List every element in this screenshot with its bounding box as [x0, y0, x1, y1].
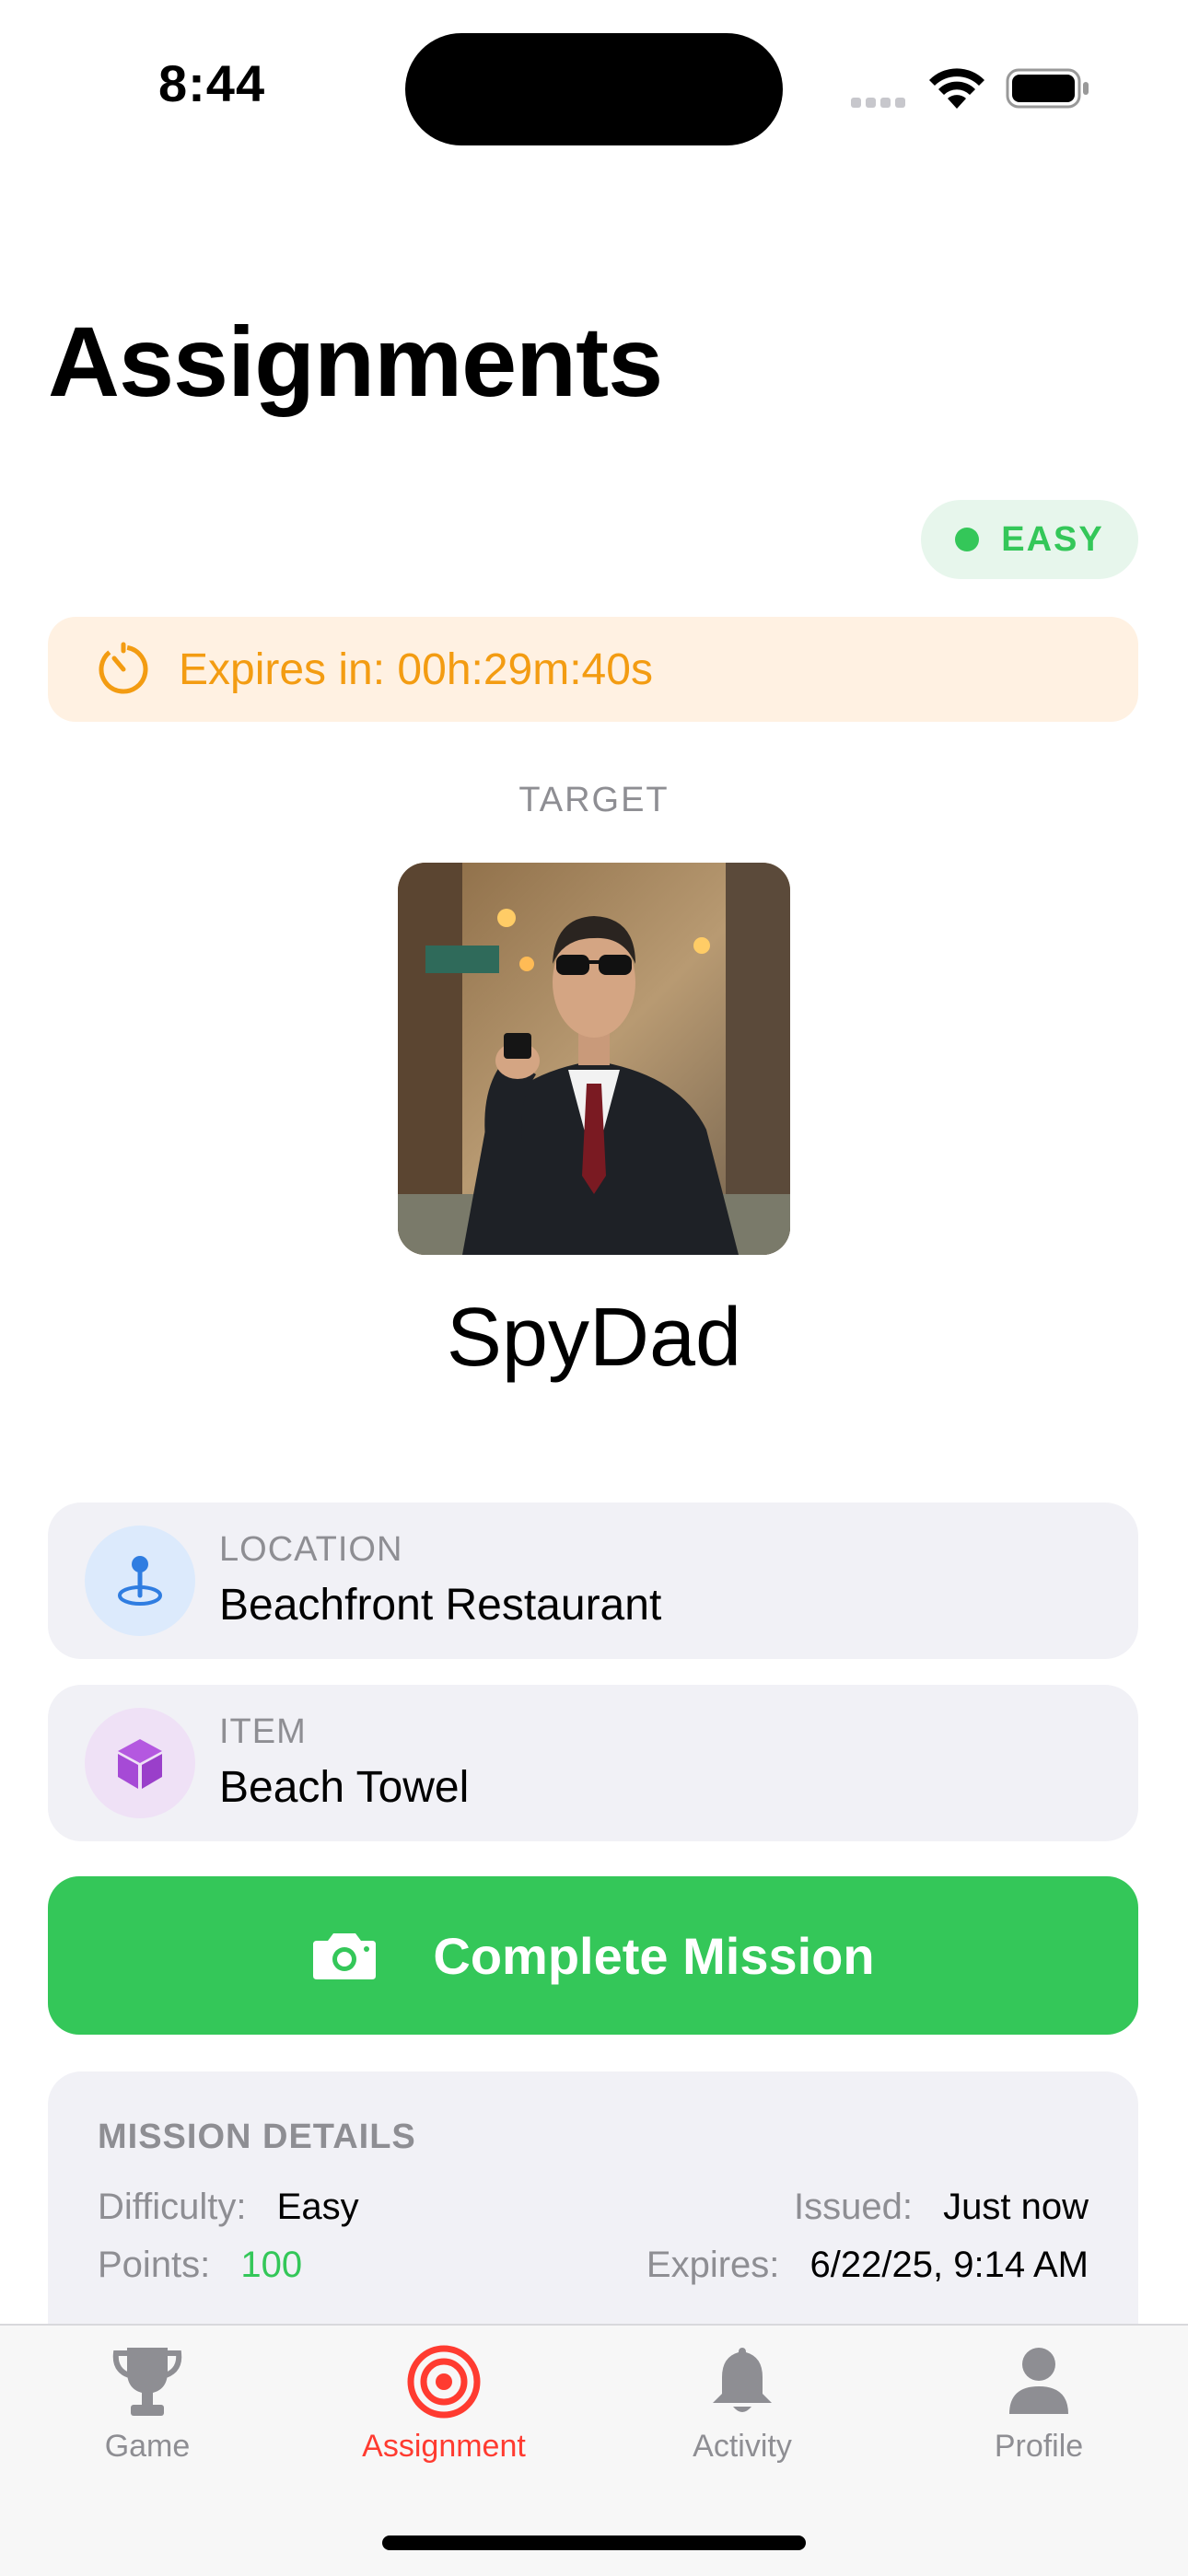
target-photo [398, 863, 790, 1255]
mission-details-heading: MISSION DETAILS [98, 2118, 416, 2156]
issued-row: Issued: Just now [794, 2187, 1089, 2228]
points-label: Points: [98, 2245, 211, 2285]
tab-game[interactable]: Game [28, 2344, 267, 2465]
timer-icon [99, 642, 148, 694]
camera-icon [313, 1933, 377, 1979]
expiry-countdown: Expires in: 00h:29m:40s [179, 644, 653, 694]
item-label: ITEM [219, 1712, 307, 1751]
cellular-signal-icon [851, 96, 910, 112]
difficulty-row: Difficulty: Easy [98, 2187, 359, 2228]
tab-activity-label: Activity [693, 2429, 792, 2464]
expires-label: Expires: [646, 2245, 780, 2285]
wifi-icon [929, 68, 984, 109]
tab-assignment[interactable]: Assignment [324, 2344, 564, 2465]
status-bar: 8:44 [0, 0, 1188, 175]
difficulty-label: Difficulty: [98, 2187, 247, 2227]
difficulty-badge: EASY [921, 500, 1138, 579]
target-name: SpyDad [446, 1292, 742, 1384]
expires-row: Expires: 6/22/25, 9:14 AM [646, 2245, 1089, 2286]
tab-game-label: Game [104, 2429, 191, 2464]
complete-mission-label: Complete Mission [433, 1926, 875, 1985]
battery-icon [1006, 68, 1089, 109]
issued-label: Issued: [794, 2187, 914, 2227]
expires-value: 6/22/25, 9:14 AM [809, 2245, 1089, 2285]
location-value: Beachfront Restaurant [219, 1581, 662, 1630]
tab-assignment-label: Assignment [362, 2429, 526, 2464]
status-time: 8:44 [158, 54, 266, 112]
target-section-label: TARGET [518, 781, 670, 819]
complete-mission-button[interactable]: Complete Mission [48, 1876, 1138, 2035]
tab-activity[interactable]: Activity [623, 2344, 862, 2465]
item-value: Beach Towel [219, 1763, 470, 1812]
location-icon-badge [85, 1526, 195, 1636]
home-indicator [382, 2535, 806, 2550]
points-row: Points: 100 [98, 2245, 302, 2286]
status-dot-icon [955, 528, 980, 551]
expiry-banner: Expires in: 00h:29m:40s [48, 617, 1138, 722]
difficulty-value: Easy [276, 2187, 359, 2227]
issued-value: Just now [943, 2187, 1089, 2227]
trophy-icon [112, 2348, 182, 2416]
location-card: LOCATION Beachfront Restaurant [48, 1503, 1138, 1659]
location-label: LOCATION [219, 1530, 403, 1569]
tab-profile[interactable]: Profile [919, 2344, 1159, 2465]
dynamic-island [405, 33, 783, 145]
bell-icon [713, 2348, 772, 2412]
tab-profile-label: Profile [994, 2429, 1084, 2464]
target-icon [407, 2345, 481, 2419]
person-icon [1009, 2348, 1068, 2414]
page-title: Assignments [48, 306, 663, 417]
difficulty-badge-label: EASY [1001, 519, 1104, 559]
points-value: 100 [240, 2245, 303, 2285]
cube-icon [118, 1739, 162, 1789]
mission-details-card: MISSION DETAILS Difficulty: Easy Points:… [48, 2071, 1138, 2348]
map-pin-icon [118, 1556, 162, 1606]
item-card: ITEM Beach Towel [48, 1685, 1138, 1841]
item-icon-badge [85, 1708, 195, 1818]
